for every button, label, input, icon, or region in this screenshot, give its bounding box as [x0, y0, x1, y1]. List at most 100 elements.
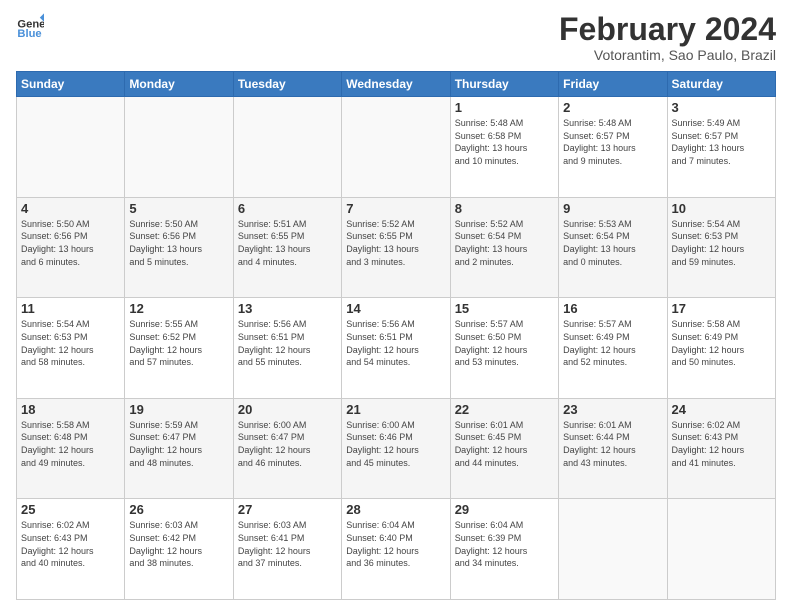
day-info: Sunrise: 5:49 AM Sunset: 6:57 PM Dayligh… — [672, 117, 771, 167]
table-row: 12Sunrise: 5:55 AM Sunset: 6:52 PM Dayli… — [125, 298, 233, 399]
table-row: 3 Sunrise: 5:49 AM Sunset: 6:57 PM Daylig… — [667, 97, 775, 198]
table-row: 19 Sunrise: 5:59 AM Sunset: 6:47 PM Dayli… — [125, 398, 233, 499]
day-info: Sunrise: 6:01 AM Sunset: 6:45 PM Dayligh… — [455, 419, 554, 469]
calendar-week-row: 25 Sunrise: 6:02 AM Sunset: 6:43 PM Dayli… — [17, 499, 776, 600]
table-row — [559, 499, 667, 600]
day-info: Sunrise: 6:03 AM Sunset: 6:41 PM Dayligh… — [238, 519, 337, 569]
day-number: 1 — [455, 100, 554, 115]
day-number: 23 — [563, 402, 662, 417]
day-info: Sunrise: 5:54 AM Sunset: 6:53 PM Dayligh… — [672, 218, 771, 268]
day-info: Sunrise: 5:57 AM Sunset: 6:50 PM Dayligh… — [455, 318, 554, 368]
day-number: 26 — [129, 502, 228, 517]
day-number: 24 — [672, 402, 771, 417]
day-info: Sunrise: 5:48 AM Sunset: 6:57 PM Dayligh… — [563, 117, 662, 167]
table-row: 13 Sunrise: 5:56 AM Sunset: 6:51 PM Dayli… — [233, 298, 341, 399]
table-row: 7 Sunrise: 5:52 AM Sunset: 6:55 PM Daylig… — [342, 197, 450, 298]
day-info: Sunrise: 5:58 AM Sunset: 6:49 PM Dayligh… — [672, 318, 771, 368]
day-info: Sunrise: 6:04 AM Sunset: 6:39 PM Dayligh… — [455, 519, 554, 569]
table-row: 26 Sunrise: 6:03 AM Sunset: 6:42 PM Dayli… — [125, 499, 233, 600]
table-row: 17Sunrise: 5:58 AM Sunset: 6:49 PM Dayli… — [667, 298, 775, 399]
day-info: Sunrise: 6:00 AM Sunset: 6:46 PM Dayligh… — [346, 419, 445, 469]
table-row: 5Sunrise: 5:50 AM Sunset: 6:56 PM Daylig… — [125, 197, 233, 298]
day-number: 4 — [21, 201, 120, 216]
table-row: 2 Sunrise: 5:48 AM Sunset: 6:57 PM Daylig… — [559, 97, 667, 198]
day-info: Sunrise: 5:52 AM Sunset: 6:55 PM Dayligh… — [346, 218, 445, 268]
calendar-week-row: 4 Sunrise: 5:50 AM Sunset: 6:56 PM Daylig… — [17, 197, 776, 298]
day-number: 29 — [455, 502, 554, 517]
table-row: 14 Sunrise: 5:56 AM Sunset: 6:51 PM Dayli… — [342, 298, 450, 399]
day-number: 19 — [129, 402, 228, 417]
table-row — [233, 97, 341, 198]
table-row: 21 Sunrise: 6:00 AM Sunset: 6:46 PM Dayli… — [342, 398, 450, 499]
day-info: Sunrise: 5:54 AM Sunset: 6:53 PM Dayligh… — [21, 318, 120, 368]
header-thursday: Thursday — [450, 72, 558, 97]
day-number: 21 — [346, 402, 445, 417]
day-number: 27 — [238, 502, 337, 517]
table-row: 1Sunrise: 5:48 AM Sunset: 6:58 PM Daylig… — [450, 97, 558, 198]
table-row: 10 Sunrise: 5:54 AM Sunset: 6:53 PM Dayli… — [667, 197, 775, 298]
day-info: Sunrise: 6:03 AM Sunset: 6:42 PM Dayligh… — [129, 519, 228, 569]
day-number: 8 — [455, 201, 554, 216]
header-saturday: Saturday — [667, 72, 775, 97]
table-row: 9 Sunrise: 5:53 AM Sunset: 6:54 PM Daylig… — [559, 197, 667, 298]
table-row: 28 Sunrise: 6:04 AM Sunset: 6:40 PM Dayli… — [342, 499, 450, 600]
title-area: February 2024 Votorantim, Sao Paulo, Bra… — [559, 12, 776, 63]
table-row: 22 Sunrise: 6:01 AM Sunset: 6:45 PM Dayli… — [450, 398, 558, 499]
day-info: Sunrise: 5:56 AM Sunset: 6:51 PM Dayligh… — [238, 318, 337, 368]
day-info: Sunrise: 6:04 AM Sunset: 6:40 PM Dayligh… — [346, 519, 445, 569]
table-row: 6 Sunrise: 5:51 AM Sunset: 6:55 PM Daylig… — [233, 197, 341, 298]
page: General Blue February 2024 Votorantim, S… — [0, 0, 792, 612]
table-row: 15 Sunrise: 5:57 AM Sunset: 6:50 PM Dayli… — [450, 298, 558, 399]
day-number: 7 — [346, 201, 445, 216]
header-tuesday: Tuesday — [233, 72, 341, 97]
header-monday: Monday — [125, 72, 233, 97]
day-info: Sunrise: 6:00 AM Sunset: 6:47 PM Dayligh… — [238, 419, 337, 469]
day-info: Sunrise: 5:59 AM Sunset: 6:47 PM Dayligh… — [129, 419, 228, 469]
table-row: 29 Sunrise: 6:04 AM Sunset: 6:39 PM Dayli… — [450, 499, 558, 600]
table-row: 24 Sunrise: 6:02 AM Sunset: 6:43 PM Dayli… — [667, 398, 775, 499]
day-number: 22 — [455, 402, 554, 417]
day-info: Sunrise: 5:56 AM Sunset: 6:51 PM Dayligh… — [346, 318, 445, 368]
day-info: Sunrise: 5:55 AM Sunset: 6:52 PM Dayligh… — [129, 318, 228, 368]
day-number: 15 — [455, 301, 554, 316]
day-number: 10 — [672, 201, 771, 216]
day-number: 13 — [238, 301, 337, 316]
day-number: 25 — [21, 502, 120, 517]
day-number: 28 — [346, 502, 445, 517]
day-info: Sunrise: 6:02 AM Sunset: 6:43 PM Dayligh… — [21, 519, 120, 569]
calendar-week-row: 1Sunrise: 5:48 AM Sunset: 6:58 PM Daylig… — [17, 97, 776, 198]
day-info: Sunrise: 5:51 AM Sunset: 6:55 PM Dayligh… — [238, 218, 337, 268]
table-row — [667, 499, 775, 600]
logo-icon: General Blue — [16, 12, 44, 40]
day-number: 20 — [238, 402, 337, 417]
logo: General Blue — [16, 12, 44, 40]
table-row: 27 Sunrise: 6:03 AM Sunset: 6:41 PM Dayli… — [233, 499, 341, 600]
day-info: Sunrise: 6:02 AM Sunset: 6:43 PM Dayligh… — [672, 419, 771, 469]
header: General Blue February 2024 Votorantim, S… — [16, 12, 776, 63]
day-info: Sunrise: 5:52 AM Sunset: 6:54 PM Dayligh… — [455, 218, 554, 268]
table-row: 11 Sunrise: 5:54 AM Sunset: 6:53 PM Dayli… — [17, 298, 125, 399]
header-friday: Friday — [559, 72, 667, 97]
day-number: 9 — [563, 201, 662, 216]
location-subtitle: Votorantim, Sao Paulo, Brazil — [559, 47, 776, 63]
calendar-table: Sunday Monday Tuesday Wednesday Thursday… — [16, 71, 776, 600]
day-number: 18 — [21, 402, 120, 417]
day-number: 5 — [129, 201, 228, 216]
day-number: 11 — [21, 301, 120, 316]
table-row: 23 Sunrise: 6:01 AM Sunset: 6:44 PM Dayli… — [559, 398, 667, 499]
day-info: Sunrise: 5:50 AM Sunset: 6:56 PM Dayligh… — [21, 218, 120, 268]
calendar-week-row: 18Sunrise: 5:58 AM Sunset: 6:48 PM Dayli… — [17, 398, 776, 499]
table-row: 4 Sunrise: 5:50 AM Sunset: 6:56 PM Daylig… — [17, 197, 125, 298]
table-row — [342, 97, 450, 198]
day-number: 6 — [238, 201, 337, 216]
table-row: 8 Sunrise: 5:52 AM Sunset: 6:54 PM Daylig… — [450, 197, 558, 298]
day-info: Sunrise: 5:53 AM Sunset: 6:54 PM Dayligh… — [563, 218, 662, 268]
day-number: 2 — [563, 100, 662, 115]
day-number: 14 — [346, 301, 445, 316]
day-info: Sunrise: 6:01 AM Sunset: 6:44 PM Dayligh… — [563, 419, 662, 469]
day-number: 16 — [563, 301, 662, 316]
table-row: 18Sunrise: 5:58 AM Sunset: 6:48 PM Dayli… — [17, 398, 125, 499]
table-row — [17, 97, 125, 198]
table-row — [125, 97, 233, 198]
day-number: 3 — [672, 100, 771, 115]
